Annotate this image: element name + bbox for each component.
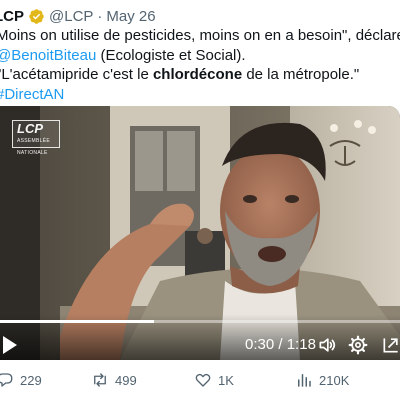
view-count: 210K [319, 372, 350, 388]
reply-button[interactable]: 229 [0, 368, 42, 392]
watermark-subtext: ASSEMBLÉE NATIONALE [17, 138, 50, 156]
repost-button[interactable]: 499 [91, 368, 137, 392]
channel-watermark: LCP ASSEMBLÉE NATIONALE [12, 120, 60, 156]
like-count: 1K [218, 372, 234, 388]
tweet-text-line-3-start: "L'acétamipride c'est le [0, 66, 153, 83]
repost-icon [94, 373, 106, 387]
verified-badge-icon [29, 8, 44, 24]
video-controls: 0:30 / 1:18 [0, 314, 400, 360]
separator-dot: · [97, 7, 103, 25]
repost-count: 499 [115, 372, 137, 388]
hashtag-link[interactable]: #DirectAN [0, 86, 64, 103]
time-separator: / [274, 336, 287, 353]
tweet-text-line-3: "L'acétamipride c'est le chlordécone de … [0, 65, 400, 85]
tweet-date[interactable]: May 26 [106, 8, 155, 25]
tweet-text-line-1: Moins on utilise de pesticides, moins on… [0, 27, 400, 44]
author-name[interactable]: LCP [0, 8, 24, 25]
video-time: 0:30 / 1:18 [245, 336, 316, 353]
mention-link[interactable]: @BenoitBiteau [0, 47, 96, 64]
author-handle[interactable]: @LCP [49, 8, 93, 25]
heart-icon [195, 373, 211, 387]
like-button[interactable]: 1K [194, 368, 234, 392]
tweet-text: Moins on utilise de pesticides, moins on… [0, 26, 400, 104]
views-chart-icon [298, 374, 311, 387]
tweet-text-line-3-end: de la métropole." [242, 66, 360, 83]
tweet-text-line-2: @BenoitBiteau (Ecologiste et Social). [0, 46, 400, 66]
tweet-header: LCP @LCP · May 26 [0, 6, 156, 26]
progress-fill [0, 320, 154, 323]
progress-bar[interactable] [0, 320, 400, 323]
expand-icon[interactable] [381, 335, 400, 355]
tweet-text-line-4: #DirectAN [0, 85, 400, 105]
tweet-text-line-2-rest: (Ecologiste et Social). [96, 46, 246, 64]
tweet-text-bold-word: chlordécone [152, 66, 243, 83]
watermark-text: LCP [17, 121, 43, 136]
settings-icon[interactable] [348, 335, 368, 355]
volume-icon[interactable] [317, 335, 337, 355]
views-button[interactable]: 210K [295, 368, 349, 392]
tweet-actions: 229 499 1K 210K [0, 368, 400, 392]
reply-icon [0, 373, 13, 387]
duration: 1:18 [286, 336, 316, 353]
play-icon[interactable] [0, 334, 20, 356]
video-player[interactable]: LCP ASSEMBLÉE NATIONALE 0:30 / 1:18 [0, 106, 400, 360]
current-time: 0:30 [245, 336, 275, 353]
reply-count: 229 [20, 372, 42, 388]
